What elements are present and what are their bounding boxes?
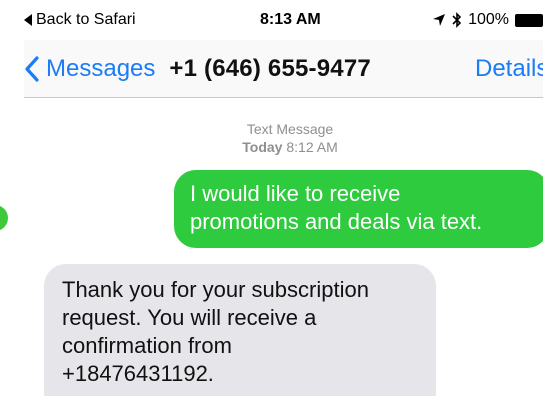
message-line: Thank you for your subscription [62, 277, 369, 302]
status-bar: Back to Safari 8:13 AM 100% [24, 0, 543, 40]
status-time: 8:13 AM [260, 11, 321, 28]
back-triangle-icon [24, 14, 32, 26]
thread-timestamp: Text Message Today 8:12 AM [0, 120, 543, 156]
messages-back-button[interactable]: Messages [24, 55, 155, 83]
contact-title: +1 (646) 655-9477 [169, 54, 371, 82]
details-button[interactable]: Details [475, 40, 543, 98]
message-line: promotions and deals via text. [190, 209, 483, 234]
received-message-bubble[interactable]: Thank you for your subscription request.… [44, 264, 436, 396]
message-line: I would like to receive [190, 181, 401, 206]
battery-percent: 100% [468, 11, 509, 28]
battery-icon [515, 13, 543, 27]
green-indicator-dot [0, 205, 8, 231]
location-arrow-icon [433, 14, 446, 26]
message-line: +18476431192. [62, 361, 214, 386]
time-label: 8:12 AM [286, 139, 338, 155]
chevron-left-icon [25, 55, 39, 82]
back-to-safari-label: Back to Safari [36, 11, 136, 28]
sent-message-bubble[interactable]: I would like to receive promotions and d… [174, 170, 543, 248]
messages-screen: Back to Safari 8:13 AM 100% Messages +1 … [0, 0, 543, 396]
service-label: Text Message [246, 121, 334, 137]
nav-bar: Messages +1 (646) 655-9477 Details [24, 40, 543, 98]
status-indicators: 100% [432, 0, 543, 40]
bluetooth-icon [452, 12, 462, 28]
date-time-line: Today 8:12 AM [0, 138, 543, 156]
back-to-safari-link[interactable]: Back to Safari [24, 11, 136, 29]
message-line: request. You will receive a [62, 305, 317, 330]
day-label: Today [242, 139, 283, 155]
messages-back-label: Messages [46, 54, 156, 82]
message-line: confirmation from [62, 333, 232, 358]
